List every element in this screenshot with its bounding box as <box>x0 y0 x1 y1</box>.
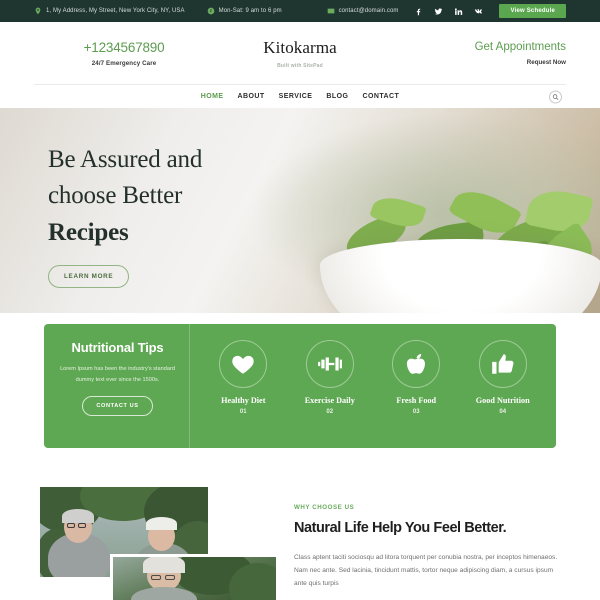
nutritional-tips-panel: Nutritional Tips Lorem Ipsum has been th… <box>44 324 556 448</box>
nav-list: HOME ABOUT SERVICE BLOG CONTACT <box>201 93 400 100</box>
vk-icon[interactable] <box>474 7 483 16</box>
why-choose-us-paragraph: Class aptent taciti sociosqu ad litora t… <box>294 554 558 588</box>
nav-item-contact[interactable]: CONTACT <box>362 93 399 100</box>
clock-icon <box>207 7 215 15</box>
thumbs-up-icon <box>478 340 527 388</box>
feature-label: Exercise Daily <box>304 396 355 405</box>
hero-heading-line3: Recipes <box>48 218 129 246</box>
get-appointments-link[interactable]: Get Appointments <box>386 41 566 53</box>
facebook-icon[interactable] <box>414 7 423 16</box>
topbar-right-group: contact@domain.com View Schedule <box>327 4 600 18</box>
topbar-hours-text: Mon-Sat: 9 am to 6 pm <box>218 8 282 14</box>
envelope-icon <box>327 7 335 15</box>
feature-label: Fresh Food <box>396 396 437 405</box>
contact-us-button[interactable]: CONTACT US <box>82 395 153 416</box>
brand-tagline: Built with SitePad <box>277 62 323 69</box>
nav-item-blog[interactable]: BLOG <box>326 93 348 100</box>
feature-good-nutrition[interactable]: Good Nutrition 04 <box>460 340 547 415</box>
site-header: +1234567890 24/7 Emergency Care Kitokarm… <box>0 22 600 84</box>
hero-content: Be Assured and choose Better Recipes LEA… <box>48 142 202 288</box>
why-choose-us-section: WHY CHOOSE US Natural Life Help You Feel… <box>0 486 600 600</box>
hero-heading: Be Assured and choose Better Recipes <box>48 142 202 251</box>
nav-item-about[interactable]: ABOUT <box>238 93 265 100</box>
header-phone-block: +1234567890 24/7 Emergency Care <box>34 40 214 67</box>
search-icon[interactable] <box>549 90 562 103</box>
salad-bowl-image <box>312 157 600 313</box>
why-choose-us-text: WHY CHOOSE US Natural Life Help You Feel… <box>294 504 562 591</box>
location-pin-icon <box>34 7 42 15</box>
topbar-address-text: 1, My Address, My Street, New York City,… <box>46 8 185 14</box>
phone-subtitle: 24/7 Emergency Care <box>91 59 157 67</box>
feature-number: 04 <box>499 409 507 415</box>
dumbbell-icon <box>305 340 354 388</box>
bowl-shape <box>320 239 600 313</box>
header-brand-block: Kitokarma Built with SitePad <box>214 38 386 69</box>
nav-item-service[interactable]: SERVICE <box>279 93 313 100</box>
topbar-address: 1, My Address, My Street, New York City,… <box>34 7 185 15</box>
nutritional-tips-intro: Nutritional Tips Lorem Ipsum has been th… <box>44 324 190 448</box>
learn-more-button[interactable]: LEARN MORE <box>48 264 130 288</box>
hero-heading-line1: Be Assured and <box>48 146 203 173</box>
feature-number: 03 <box>412 409 420 415</box>
topbar-hours: Mon-Sat: 9 am to 6 pm <box>207 7 282 15</box>
why-choose-us-images <box>40 486 276 600</box>
feature-exercise-daily[interactable]: Exercise Daily 02 <box>287 340 374 415</box>
page-root: 1, My Address, My Street, New York City,… <box>0 0 600 600</box>
topbar-email[interactable]: contact@domain.com <box>327 7 399 15</box>
feature-number: 02 <box>326 409 334 415</box>
topbar-email-text: contact@domain.com <box>338 8 399 14</box>
feature-fresh-food[interactable]: Fresh Food 03 <box>373 340 460 415</box>
feature-healthy-diet[interactable]: Healthy Diet 01 <box>200 340 287 415</box>
phone-number[interactable]: +1234567890 <box>34 40 214 55</box>
why-choose-us-heading: Natural Life Help You Feel Better. <box>294 520 507 536</box>
top-bar: 1, My Address, My Street, New York City,… <box>0 0 600 22</box>
feature-label: Good Nutrition <box>475 396 530 405</box>
nutritional-tips-text: Lorem Ipsum has been the industry's stan… <box>60 366 175 383</box>
linkedin-icon[interactable] <box>454 7 463 16</box>
why-choose-us-eyebrow: WHY CHOOSE US <box>294 504 355 511</box>
feature-label: Healthy Diet <box>221 396 266 405</box>
social-links <box>414 7 483 16</box>
feature-list: Healthy Diet 01 Exercise Daily 02 Fresh … <box>190 324 556 448</box>
brand-logo[interactable]: Kitokarma <box>214 38 386 58</box>
seniors-yoga-photo-secondary <box>110 554 276 600</box>
twitter-icon[interactable] <box>434 7 443 16</box>
feature-number: 01 <box>239 409 247 415</box>
request-now-label: Request Now <box>526 58 566 66</box>
heart-icon <box>219 340 268 388</box>
hero-section: Be Assured and choose Better Recipes LEA… <box>0 108 600 313</box>
nutritional-tips-title: Nutritional Tips <box>71 340 164 355</box>
apple-icon <box>392 340 441 388</box>
view-schedule-button[interactable]: View Schedule <box>499 4 566 18</box>
main-navigation: HOME ABOUT SERVICE BLOG CONTACT <box>34 84 566 108</box>
header-appointments-block: Get Appointments Request Now <box>386 41 566 66</box>
nav-item-home[interactable]: HOME <box>201 93 224 100</box>
hero-heading-line2: choose Better <box>48 182 183 210</box>
